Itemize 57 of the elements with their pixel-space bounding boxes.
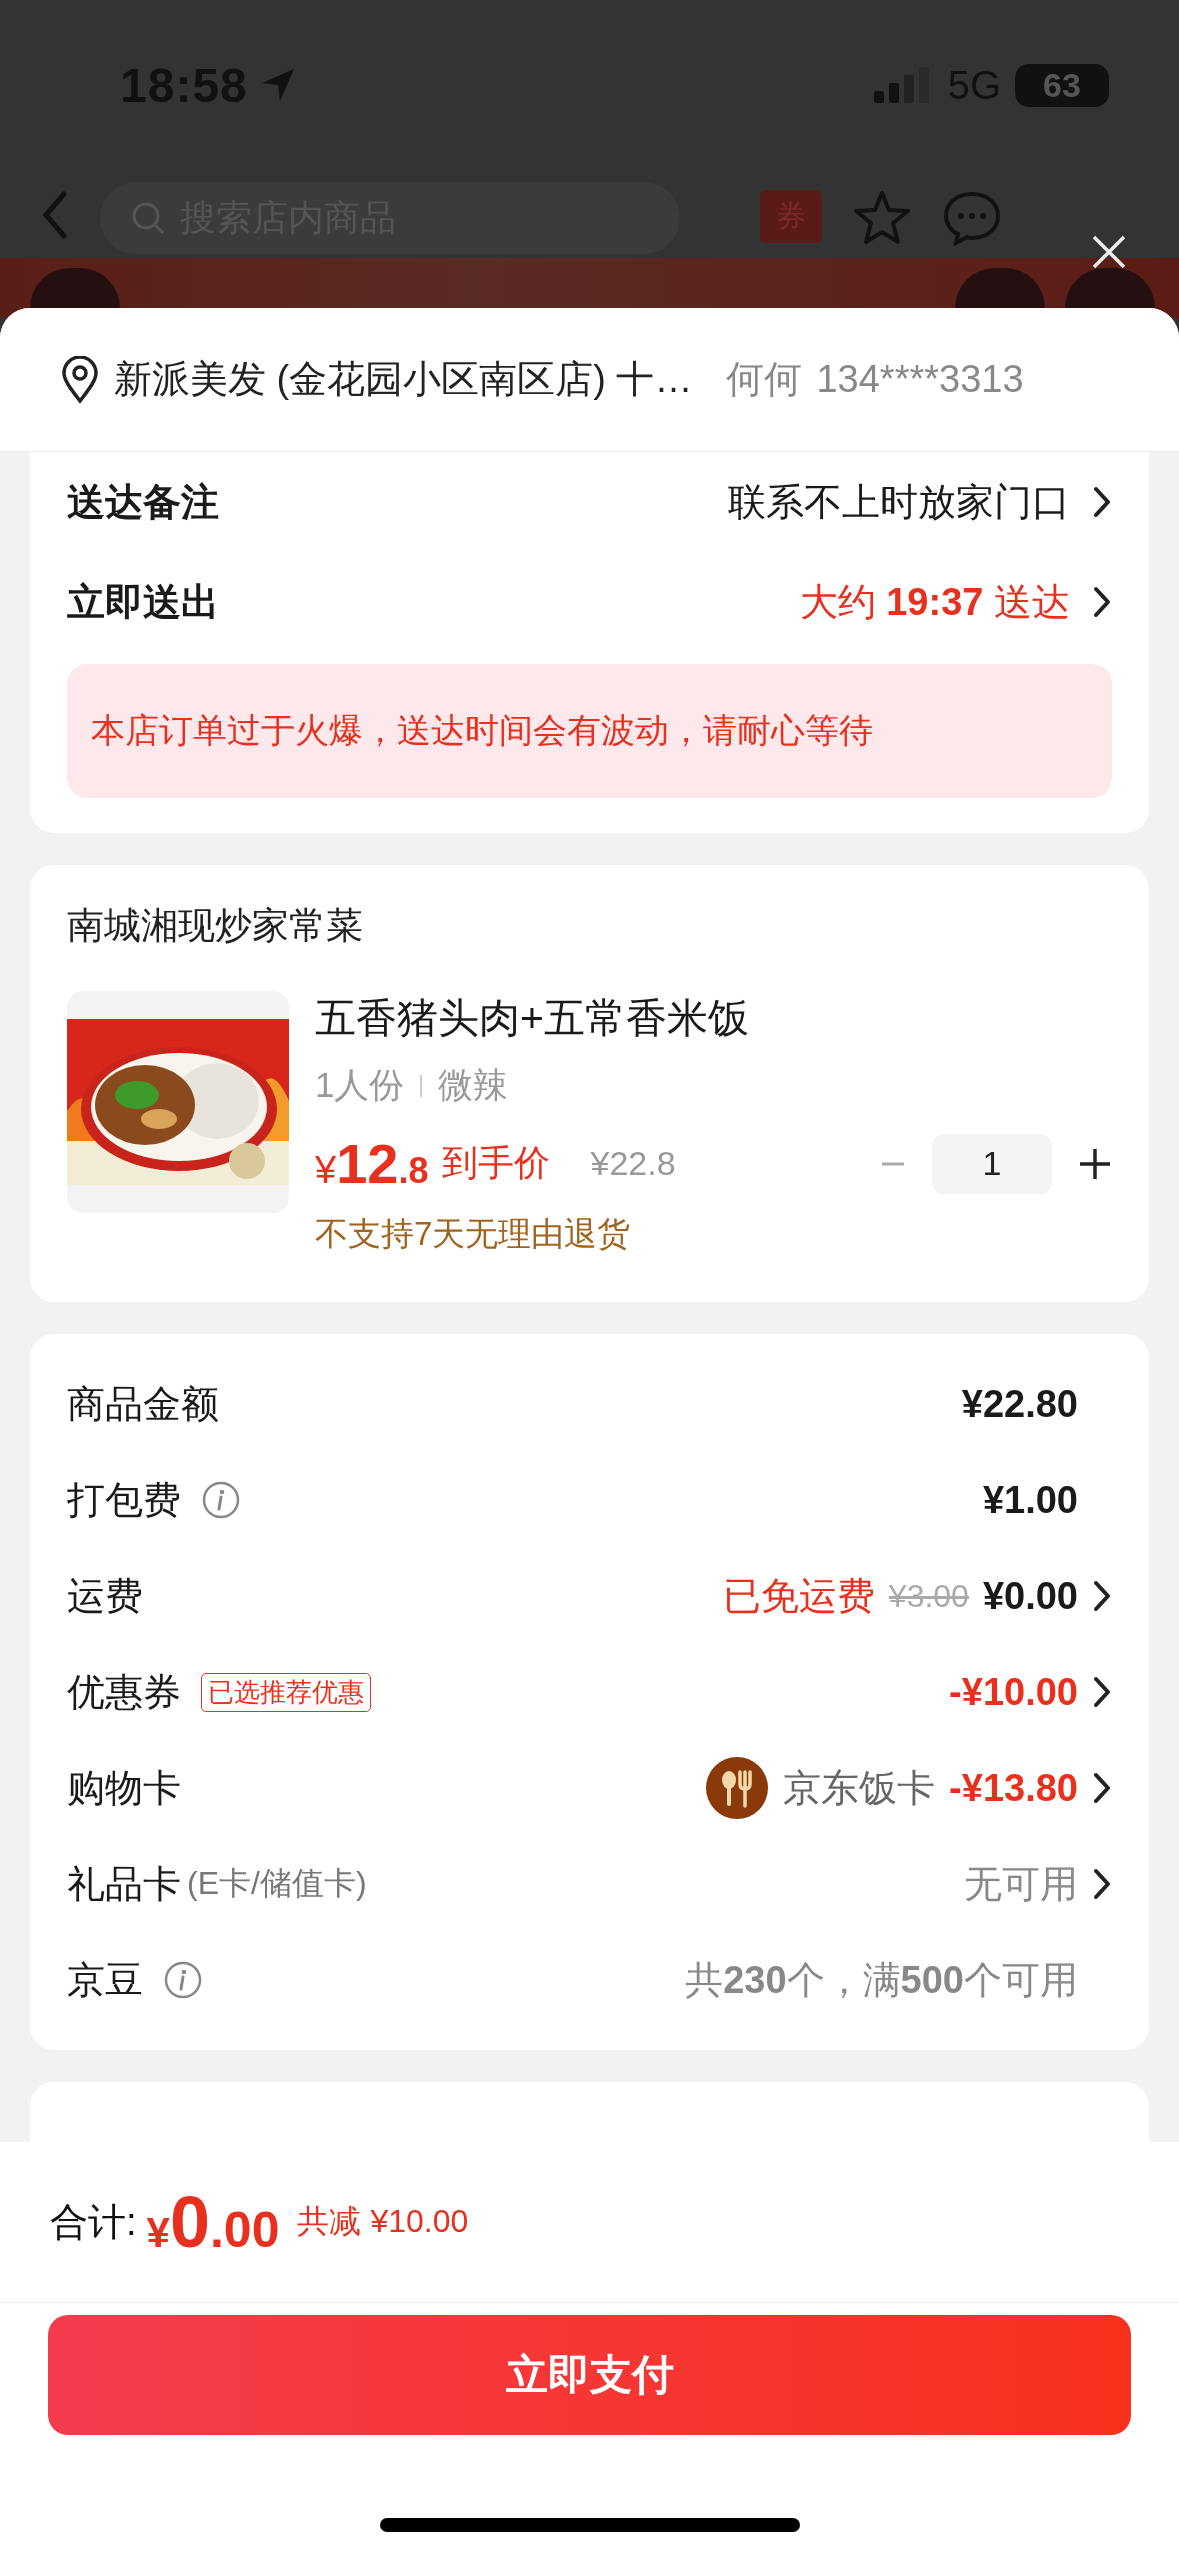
row-label: 立即送出 bbox=[67, 579, 219, 625]
fee-sublabel: (E卡/储值卡) bbox=[187, 1864, 367, 1903]
total-amount: ¥0.00 bbox=[146, 2181, 280, 2263]
chevron-right-icon[interactable] bbox=[1092, 486, 1112, 518]
fee-value: -¥10.00 bbox=[949, 1670, 1078, 1714]
promo-tag: 已选推荐优惠 bbox=[201, 1672, 371, 1712]
fee-value: 共230个，满500个可用 bbox=[685, 1957, 1078, 2003]
info-icon[interactable] bbox=[163, 1960, 203, 2000]
total-label: 合计: bbox=[50, 2199, 137, 2245]
fee-label: 购物卡 bbox=[67, 1765, 181, 1811]
product-spec: 1人份 bbox=[315, 1064, 405, 1106]
quantity-field[interactable]: 1 bbox=[932, 1133, 1052, 1194]
product-title[interactable]: 五香猪头肉+五常香米饭 bbox=[315, 991, 1112, 1046]
fee-label: 商品金额 bbox=[67, 1381, 219, 1427]
location-pin-icon bbox=[60, 355, 100, 404]
battery-level: 63 bbox=[1015, 63, 1109, 107]
chevron-right-icon[interactable] bbox=[1092, 1580, 1112, 1612]
fee-value: -¥13.80 bbox=[949, 1766, 1078, 1810]
card-name: 京东饭卡 bbox=[783, 1765, 936, 1811]
product-price: ¥12.8 bbox=[315, 1131, 429, 1196]
signal-icon bbox=[873, 65, 930, 105]
row-value[interactable]: 联系不上时放家门口 bbox=[728, 476, 1070, 528]
search-icon bbox=[130, 200, 166, 236]
fee-label: 运费 bbox=[67, 1573, 143, 1619]
chevron-right-icon[interactable] bbox=[1092, 1868, 1112, 1900]
store-name[interactable]: 南城湘现炒家常菜 bbox=[67, 901, 1112, 951]
row-label: 送达备注 bbox=[67, 479, 219, 525]
star-icon[interactable] bbox=[852, 190, 912, 246]
fee-label: 优惠券 bbox=[67, 1669, 181, 1715]
plus-icon bbox=[1078, 1146, 1112, 1181]
minus-icon bbox=[880, 1161, 906, 1166]
busy-notice: 本店订单过于火爆，送达时间会有波动，请耐心等待 bbox=[67, 664, 1112, 798]
free-shipping-note: 已免运费 bbox=[722, 1573, 875, 1619]
fee-value: ¥22.80 bbox=[961, 1382, 1078, 1426]
fee-value: ¥1.00 bbox=[982, 1478, 1078, 1522]
recipient-phone: 134****3313 bbox=[816, 358, 1024, 401]
fork-spoon-icon bbox=[705, 1756, 770, 1820]
return-policy-note: 不支持7天无理由退货 bbox=[315, 1214, 632, 1254]
fee-label: 礼品卡 bbox=[67, 1861, 181, 1907]
chevron-right-icon[interactable] bbox=[1092, 1772, 1112, 1804]
original-price: ¥22.8 bbox=[590, 1144, 676, 1183]
chevron-right-icon[interactable] bbox=[1092, 586, 1112, 618]
savings-amount: 共减 ¥10.00 bbox=[297, 2202, 469, 2241]
delivery-address[interactable]: 新派美发 (金花园小区南区店) 十… bbox=[114, 354, 693, 405]
chevron-right-icon[interactable] bbox=[1092, 1676, 1112, 1708]
fee-value: ¥0.00 bbox=[982, 1574, 1078, 1618]
product-spec: 微辣 bbox=[438, 1064, 509, 1106]
price-label: 到手价 bbox=[442, 1141, 551, 1185]
row-value[interactable]: 大约 19:37 送达 bbox=[799, 576, 1070, 628]
fee-label: 打包费 bbox=[67, 1477, 181, 1523]
pay-button[interactable]: 立即支付 bbox=[48, 2315, 1131, 2435]
original-fee: ¥3.00 bbox=[888, 1577, 969, 1615]
recipient-name: 何何 bbox=[726, 357, 803, 402]
fee-label: 京豆 bbox=[67, 1957, 143, 2003]
info-icon[interactable] bbox=[201, 1480, 241, 1520]
increase-button[interactable] bbox=[1078, 1146, 1112, 1181]
fee-value: 无可用 bbox=[964, 1861, 1078, 1907]
